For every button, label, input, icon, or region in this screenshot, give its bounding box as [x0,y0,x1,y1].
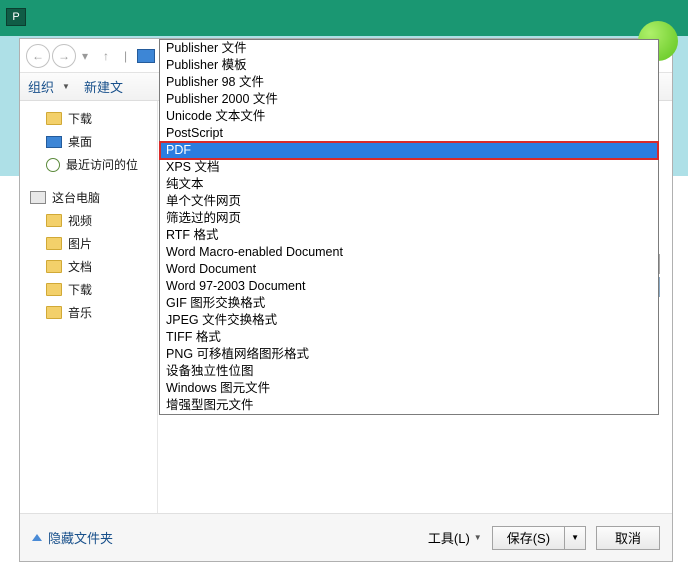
location-monitor-icon [137,49,155,63]
folder-icon [46,260,62,273]
recent-icon [46,158,60,172]
new-folder-button[interactable]: 新建文 [84,77,123,96]
sidebar-item-label: 这台电脑 [52,189,100,206]
app-title-bar: P [0,0,688,36]
dropdown-item[interactable]: RTF 格式 [160,227,658,244]
hide-folders-label: 隐藏文件夹 [48,528,113,547]
folder-icon [46,214,62,227]
save-dropdown-button[interactable]: ▼ [564,526,586,550]
dropdown-item[interactable]: Word Macro-enabled Document [160,244,658,261]
dropdown-item[interactable]: Publisher 文件 [160,40,658,57]
sidebar-item-documents[interactable]: 文档 [20,255,157,278]
up-button[interactable]: ↑ [94,44,118,68]
sidebar-item-downloads[interactable]: 下载 [20,107,157,130]
dropdown-item[interactable]: 纯文本 [160,176,658,193]
desktop-icon [46,136,62,148]
pc-icon [30,191,46,204]
dropdown-item[interactable]: Publisher 98 文件 [160,74,658,91]
chevron-up-icon [32,534,42,541]
dropdown-item[interactable]: Unicode 文本文件 [160,108,658,125]
sidebar-item-label: 下载 [68,110,92,127]
dropdown-item[interactable]: Windows 图元文件 [160,380,658,397]
sidebar-item-label: 视频 [68,212,92,229]
dropdown-item[interactable]: TIFF 格式 [160,329,658,346]
back-button[interactable]: ← [26,44,50,68]
dropdown-item[interactable]: 单个文件网页 [160,193,658,210]
sidebar-item-recent[interactable]: 最近访问的位 [20,153,157,176]
sidebar-item-videos[interactable]: 视频 [20,209,157,232]
dropdown-item[interactable]: GIF 图形交换格式 [160,295,658,312]
tools-label: 工具(L) [428,528,470,547]
nav-divider: | [124,49,127,63]
dropdown-item[interactable]: XPS 文档 [160,159,658,176]
sidebar-item-pictures[interactable]: 图片 [20,232,157,255]
sidebar-item-desktop[interactable]: 桌面 [20,130,157,153]
dropdown-item[interactable]: Word Document [160,261,658,278]
save-button[interactable]: 保存(S) [492,526,564,550]
sidebar-item-label: 文档 [68,258,92,275]
organize-dropdown-icon[interactable]: ▼ [62,82,70,91]
dropdown-item[interactable]: Publisher 模板 [160,57,658,74]
sidebar-item-music[interactable]: 音乐 [20,301,157,324]
sidebar-item-label: 下载 [68,281,92,298]
folder-icon [46,237,62,250]
folder-icon [46,112,62,125]
sidebar: 下载 桌面 最近访问的位 这台电脑 视频 图片 [20,101,158,513]
cancel-button[interactable]: 取消 [596,526,660,550]
folder-icon [46,306,62,319]
sidebar-item-label: 桌面 [68,133,92,150]
nav-separator: ▾ [82,49,88,63]
sidebar-item-downloads2[interactable]: 下载 [20,278,157,301]
dropdown-item[interactable]: 增强型图元文件 [160,397,658,414]
dropdown-item[interactable]: Word 97-2003 Document [160,278,658,295]
save-split-button: 保存(S) ▼ [492,526,586,550]
dropdown-item[interactable]: Publisher 2000 文件 [160,91,658,108]
sidebar-item-label: 音乐 [68,304,92,321]
savetype-dropdown-list[interactable]: Publisher 文件Publisher 模板Publisher 98 文件P… [159,39,659,415]
dropdown-item[interactable]: 筛选过的网页 [160,210,658,227]
sidebar-item-thispc[interactable]: 这台电脑 [20,186,157,209]
hide-folders-toggle[interactable]: 隐藏文件夹 [32,528,113,547]
dialog-footer: 隐藏文件夹 工具(L) ▼ 保存(S) ▼ 取消 [20,513,672,561]
sidebar-item-label: 最近访问的位 [66,156,138,173]
forward-button[interactable]: → [52,44,76,68]
folder-icon [46,283,62,296]
dropdown-item[interactable]: 设备独立性位图 [160,363,658,380]
organize-button[interactable]: 组织 [28,77,54,96]
dropdown-item[interactable]: PNG 可移植网络图形格式 [160,346,658,363]
chevron-down-icon: ▼ [474,533,482,542]
publisher-app-icon: P [6,8,26,26]
sidebar-item-label: 图片 [68,235,92,252]
dropdown-item[interactable]: PostScript [160,125,658,142]
tools-dropdown[interactable]: 工具(L) ▼ [428,528,482,547]
save-as-dialog: ← → ▾ ↑ | 组织 ▼ 新建文 下载 桌面 最近访问的位 [19,38,673,562]
dropdown-item[interactable]: PDF [160,142,658,159]
dropdown-item[interactable]: JPEG 文件交换格式 [160,312,658,329]
